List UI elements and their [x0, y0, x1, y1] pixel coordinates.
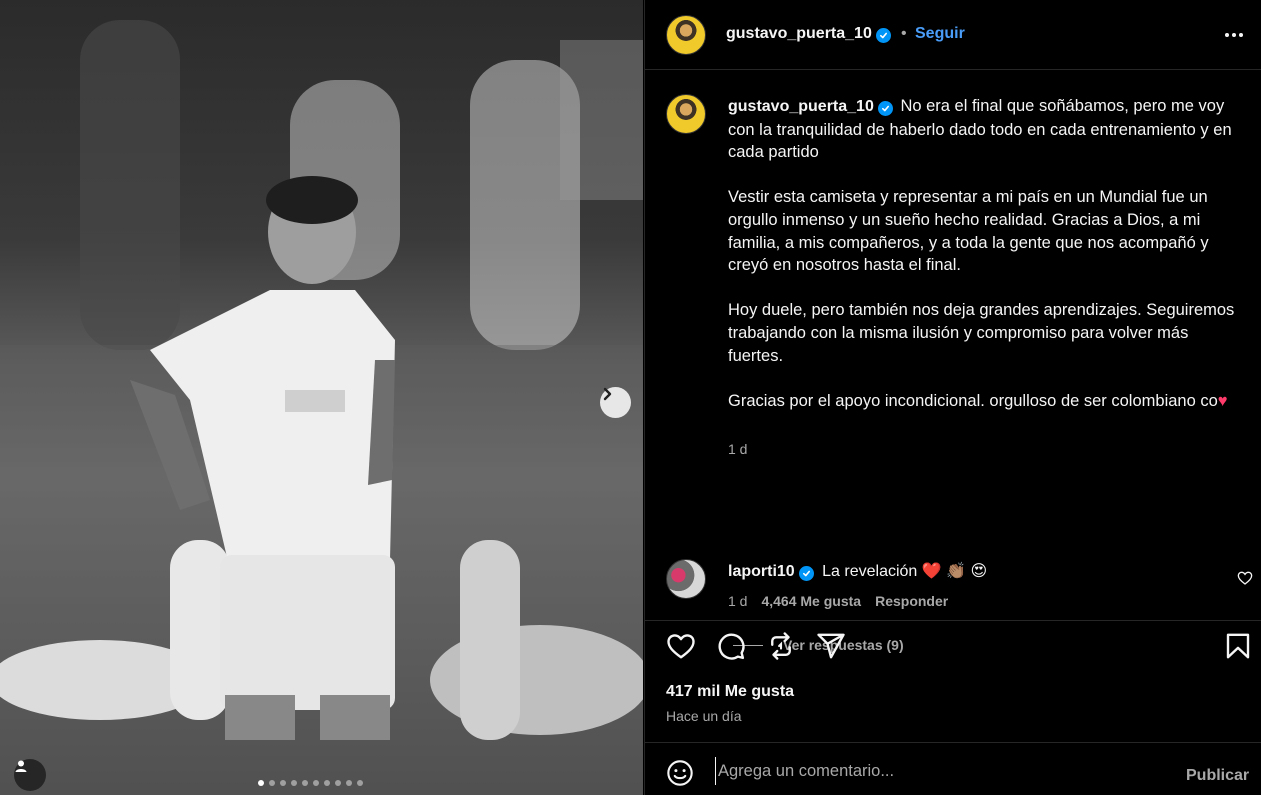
post-actions: 417 mil Me gusta Hace un día: [645, 620, 1261, 740]
verified-badge-icon: [875, 28, 891, 43]
heart-icon[interactable]: [666, 631, 696, 666]
commenter-username[interactable]: laporti10: [728, 563, 814, 581]
publish-button[interactable]: Publicar: [1186, 767, 1249, 785]
more-horizontal-icon[interactable]: [1223, 24, 1245, 51]
carousel-indicator: [258, 780, 363, 786]
comment-emojis: ❤️ 👏🏽 😍: [921, 563, 988, 580]
heart-emoji: ♥: [1217, 391, 1228, 410]
post-likes-count[interactable]: 417 mil Me gusta: [666, 683, 794, 701]
verified-badge-icon: [798, 566, 814, 581]
comment-text: La revelación: [822, 563, 918, 580]
comment-like-heart-icon[interactable]: [1237, 570, 1253, 591]
comment-likes[interactable]: 4,464 Me gusta: [761, 593, 861, 609]
caption-author-username[interactable]: gustavo_puerta_10: [728, 98, 893, 116]
commenter-avatar[interactable]: [666, 559, 706, 599]
author-username[interactable]: gustavo_puerta_10: [726, 25, 891, 43]
post-timestamp[interactable]: Hace un día: [666, 708, 742, 724]
carousel-dot: [357, 780, 363, 786]
carousel-dot: [258, 780, 264, 786]
post-photo[interactable]: [0, 0, 643, 795]
comment-meta: 1 d 4,464 Me gusta Responder: [728, 593, 948, 609]
carousel-dot: [269, 780, 275, 786]
caption-paragraph-4: Gracias por el apoyo incondicional. orgu…: [728, 391, 1228, 410]
reply-button[interactable]: Responder: [875, 593, 948, 609]
carousel-dot: [302, 780, 308, 786]
carousel-dot: [335, 780, 341, 786]
caption-timestamp[interactable]: 1 d: [728, 441, 747, 457]
tagged-users-button[interactable]: [14, 759, 46, 791]
caption-paragraph-2: Vestir esta camiseta y representar a mi …: [728, 188, 1209, 275]
carousel-next-button[interactable]: [600, 387, 631, 418]
caption-author-avatar[interactable]: [666, 94, 706, 134]
carousel-dot: [324, 780, 330, 786]
follow-button[interactable]: Seguir: [915, 25, 965, 43]
comment-item: laporti10 La revelación ❤️ 👏🏽 😍 1 d 4,46…: [645, 556, 1261, 653]
comment-timestamp[interactable]: 1 d: [728, 593, 747, 609]
author-avatar[interactable]: [666, 15, 706, 55]
comment-icon[interactable]: [716, 631, 746, 666]
comment-line: laporti10 La revelación ❤️ 👏🏽 😍: [728, 561, 987, 581]
repost-icon[interactable]: [766, 631, 796, 666]
emoji-icon[interactable]: [666, 759, 694, 792]
post-sidebar: gustavo_puerta_10 • Seguir gustavo_puert…: [644, 0, 1261, 795]
carousel-dot: [346, 780, 352, 786]
comment-composer: Publicar: [645, 742, 1261, 795]
share-icon[interactable]: [816, 631, 846, 666]
post-header: gustavo_puerta_10 • Seguir: [645, 0, 1261, 70]
bookmark-icon[interactable]: [1223, 631, 1253, 666]
verified-badge-icon: [877, 101, 893, 116]
post-caption: gustavo_puerta_10 No era el final que so…: [645, 70, 1261, 653]
caption-text: gustavo_puerta_10 No era el final que so…: [728, 95, 1243, 435]
carousel-dot: [313, 780, 319, 786]
comment-input[interactable]: [715, 757, 1155, 785]
caption-paragraph-3: Hoy duele, pero también nos deja grandes…: [728, 301, 1235, 365]
post-photo-image: [0, 20, 643, 795]
carousel-dot: [291, 780, 297, 786]
carousel-dot: [280, 780, 286, 786]
header-separator: •: [901, 25, 907, 42]
